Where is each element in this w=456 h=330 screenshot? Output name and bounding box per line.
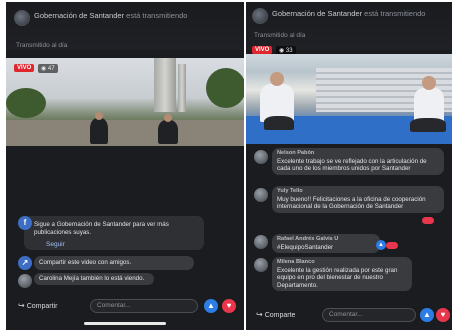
- speaker-legs: [410, 118, 446, 132]
- share-label: Compartir: [26, 303, 58, 310]
- comment-text: Excelente trabajo se ve reflejado con la…: [277, 157, 427, 173]
- bottom-action-bar: ↪ Compartir Comentar... ▲ ♥: [6, 296, 244, 316]
- stream-subtitle: Transmitido al día: [16, 42, 68, 49]
- share-arrow-icon: ↪: [18, 301, 25, 310]
- stream-status: está transmitiendo: [126, 11, 188, 20]
- viewer-count-value: 47: [47, 66, 55, 72]
- share-button[interactable]: ↪ Comparte: [256, 310, 295, 319]
- viewer-name[interactable]: Carolina Mejía: [39, 275, 79, 282]
- page-avatar[interactable]: [14, 10, 30, 26]
- commenter-name[interactable]: Milena Blanco: [277, 259, 407, 267]
- page-title[interactable]: Gobernación de Santander está transmitie…: [34, 11, 187, 20]
- speaker-head: [95, 112, 103, 120]
- comment-text: Excelente la gestión realizada por este …: [277, 266, 398, 289]
- page-avatar[interactable]: [252, 8, 268, 24]
- speaker-head: [270, 72, 284, 86]
- comment-input[interactable]: Comentar...: [90, 299, 198, 313]
- reaction-badge: [386, 242, 398, 249]
- commenter-avatar[interactable]: [254, 150, 268, 164]
- tree-decor: [6, 88, 46, 118]
- home-indicator[interactable]: [84, 322, 166, 325]
- commenter-name[interactable]: Rafael Andrés Galvis U: [277, 236, 375, 244]
- comment-text: #ElequipoSantander: [277, 243, 334, 251]
- thumbs-up-icon: ▲: [376, 240, 386, 250]
- speaker-figure: [90, 118, 108, 144]
- thumbs-up-icon[interactable]: ▲: [204, 299, 218, 313]
- page-title[interactable]: Gobernación de Santander está transmitie…: [272, 9, 425, 18]
- commenter-avatar[interactable]: [254, 258, 268, 272]
- viewer-notice: Carolina Mejía también lo está viendo.: [34, 273, 154, 285]
- live-badge: VIVO: [252, 46, 273, 54]
- page-name[interactable]: Gobernación de Santander: [272, 9, 362, 18]
- screenshot-frame: Gobernación de Santander está transmitie…: [0, 0, 456, 330]
- live-video[interactable]: [246, 54, 452, 144]
- stream-subtitle: Transmitido al día: [254, 32, 306, 39]
- reaction-badge: [422, 217, 434, 224]
- commenter-avatar[interactable]: [254, 188, 268, 202]
- stream-header: Gobernación de Santander está transmitie…: [246, 2, 452, 50]
- live-badge: VIVO: [14, 64, 35, 72]
- speaker-head: [422, 76, 436, 90]
- right-live-stream-screen: Gobernación de Santander está transmitie…: [246, 2, 452, 330]
- commenter-name[interactable]: Nelson Pabón: [277, 150, 439, 158]
- plaza-ground: [6, 120, 244, 146]
- viewer-avatar[interactable]: [18, 274, 32, 288]
- left-live-stream-screen: Gobernación de Santander está transmitie…: [6, 2, 244, 330]
- comment-text: Muy bueno!! Felicitaciones a la oficina …: [277, 195, 426, 211]
- monument-tower-side: [178, 64, 186, 112]
- share-label: Comparte: [264, 312, 296, 319]
- comment-item: Yuly Tello Muy bueno!! Felicitaciones a …: [272, 186, 444, 213]
- heart-icon[interactable]: ♥: [222, 299, 236, 313]
- commenter-avatar[interactable]: [254, 235, 268, 249]
- share-suggestion-icon: ↗: [18, 256, 32, 270]
- comment-item: Rafael Andrés Galvis U #ElequipoSantande…: [272, 234, 380, 253]
- speaker-legs: [264, 116, 294, 130]
- share-video-text: Compartir este video con amigos.: [39, 259, 132, 266]
- stream-status: está transmitiendo: [364, 9, 426, 18]
- speaker-head: [164, 114, 172, 122]
- share-video-prompt[interactable]: Compartir este video con amigos.: [34, 256, 194, 270]
- heart-icon[interactable]: ♥: [436, 308, 450, 322]
- tree-decor: [206, 68, 244, 108]
- commenter-name[interactable]: Yuly Tello: [277, 188, 439, 196]
- follow-suggestion-text: Sigue a Gobernación de Santander para ve…: [34, 221, 169, 236]
- comment-item: Milena Blanco Excelente la gestión reali…: [272, 257, 412, 291]
- viewer-notice-text: también lo está viendo.: [80, 275, 145, 282]
- bottom-action-bar: ↪ Comparte Comentar... ▲ ♥: [246, 306, 452, 326]
- thumbs-up-icon[interactable]: ▲: [420, 308, 434, 322]
- follow-button[interactable]: Seguir: [46, 241, 65, 248]
- share-button[interactable]: ↪ Compartir: [18, 301, 57, 310]
- page-logo-icon: f: [18, 216, 32, 230]
- comment-item: Nelson Pabón Excelente trabajo se ve ref…: [272, 148, 444, 175]
- eye-icon: ◉: [41, 66, 47, 72]
- page-name[interactable]: Gobernación de Santander: [34, 11, 124, 20]
- comment-input[interactable]: Comentar...: [322, 308, 416, 322]
- viewer-count: ◉ 47: [38, 64, 58, 73]
- share-arrow-icon: ↪: [256, 310, 263, 319]
- monument-tower: [154, 58, 176, 112]
- stream-header: Gobernación de Santander está transmitie…: [6, 2, 244, 50]
- speaker-figure: [158, 120, 178, 144]
